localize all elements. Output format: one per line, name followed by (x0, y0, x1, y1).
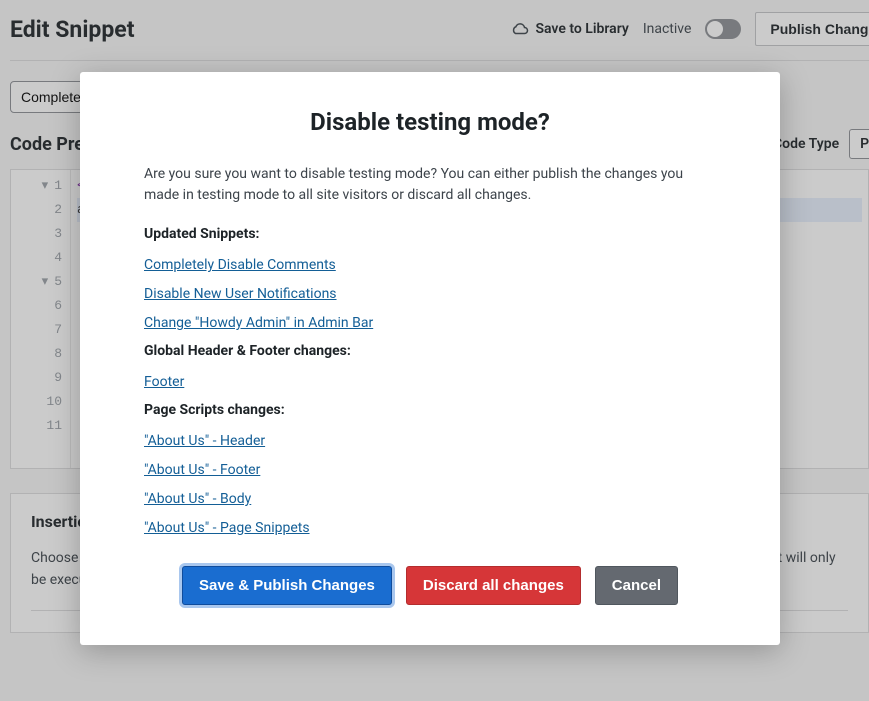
section-heading-global-hf: Global Header & Footer changes: (144, 343, 716, 359)
snippet-link[interactable]: Completely Disable Comments (144, 257, 336, 273)
disable-testing-modal: Disable testing mode? Are you sure you w… (80, 72, 780, 645)
modal-overlay: Disable testing mode? Are you sure you w… (0, 0, 869, 701)
modal-description: Are you sure you want to disable testing… (144, 164, 716, 206)
updated-snippets-list: Completely Disable Comments Disable New … (144, 254, 716, 331)
page-scripts-list: "About Us" - Header "About Us" - Footer … (144, 430, 716, 536)
modal-title: Disable testing mode? (144, 108, 716, 136)
snippet-link[interactable]: "About Us" - Page Snippets (144, 520, 310, 536)
snippet-link[interactable]: Disable New User Notifications (144, 286, 337, 302)
snippet-link[interactable]: Footer (144, 374, 184, 390)
save-publish-button[interactable]: Save & Publish Changes (182, 566, 392, 605)
snippet-link[interactable]: "About Us" - Header (144, 433, 265, 449)
modal-actions: Save & Publish Changes Discard all chang… (144, 566, 716, 605)
section-heading-page-scripts: Page Scripts changes: (144, 402, 716, 418)
cancel-button[interactable]: Cancel (595, 566, 678, 605)
discard-button[interactable]: Discard all changes (406, 566, 581, 605)
snippet-link[interactable]: Change "Howdy Admin" in Admin Bar (144, 315, 373, 331)
snippet-link[interactable]: "About Us" - Footer (144, 462, 260, 478)
section-heading-updated-snippets: Updated Snippets: (144, 226, 716, 242)
global-hf-list: Footer (144, 371, 716, 390)
snippet-link[interactable]: "About Us" - Body (144, 491, 251, 507)
